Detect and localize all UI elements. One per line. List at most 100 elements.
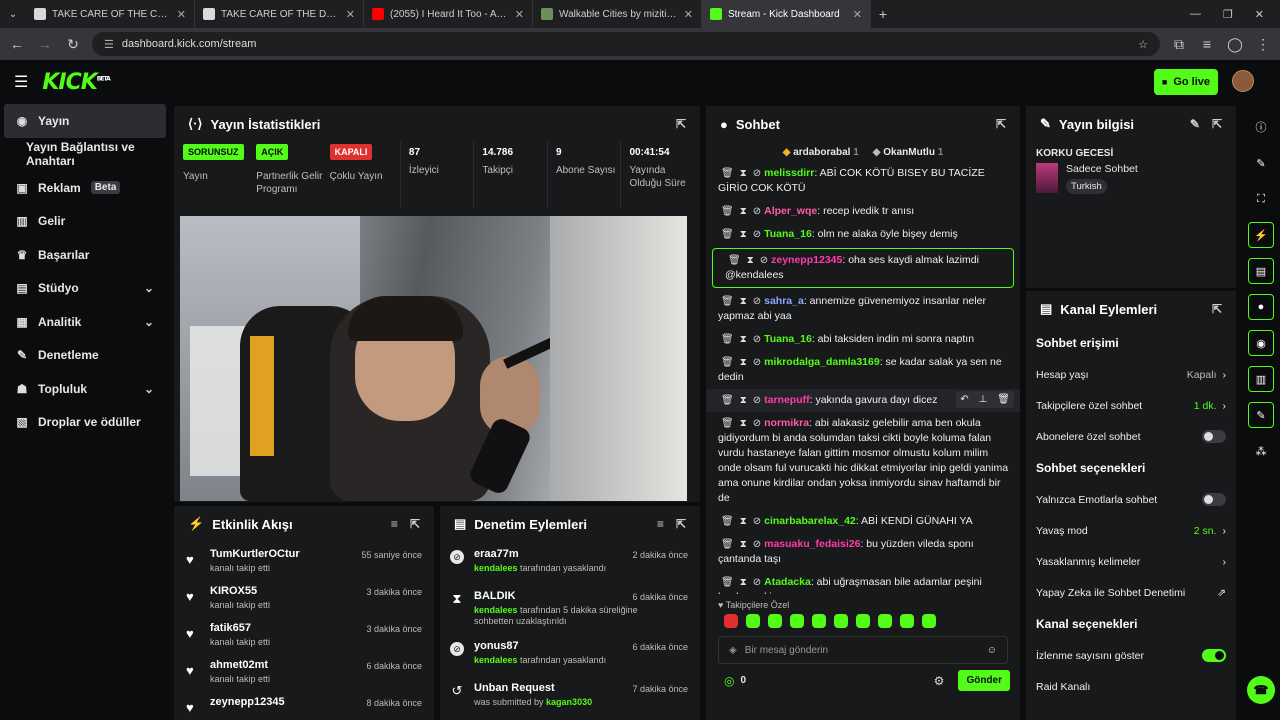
close-tab-icon[interactable]: ✕: [515, 8, 524, 21]
emote-icon[interactable]: [768, 614, 782, 628]
browser-menu-icon[interactable]: ⋮: [1254, 36, 1272, 53]
moderator-name[interactable]: kendalees: [474, 563, 518, 573]
popout-icon[interactable]: ⇱: [1212, 117, 1222, 131]
sidebar-item-gelir[interactable]: ▥ Gelir: [0, 205, 170, 239]
timeout-icon[interactable]: ⧗: [740, 357, 747, 368]
emote-icon[interactable]: [724, 614, 738, 628]
close-tab-icon[interactable]: ✕: [177, 8, 186, 21]
emote-icon[interactable]: [856, 614, 870, 628]
minimize-icon[interactable]: —: [1190, 8, 1201, 21]
timeout-icon[interactable]: ⧗: [740, 206, 747, 217]
browser-tab-active[interactable]: Stream - Kick Dashboard ✕: [702, 0, 871, 28]
filter-icon[interactable]: ≡: [657, 517, 664, 531]
profile-icon[interactable]: ◯: [1226, 36, 1244, 53]
bookmark-star-icon[interactable]: ☆: [1138, 38, 1148, 51]
popout-icon[interactable]: ⇱: [410, 517, 420, 531]
user-avatar[interactable]: [1232, 70, 1254, 92]
chat-username[interactable]: tarnepuff: [764, 394, 810, 406]
delete-icon[interactable]: 🗑: [721, 206, 734, 217]
filter-icon[interactable]: ≡: [391, 517, 398, 531]
emote-icon[interactable]: [922, 614, 936, 628]
lightning-tool-icon[interactable]: ⚡: [1248, 222, 1274, 248]
chat-username[interactable]: melissdirr: [764, 167, 814, 179]
sidebar-item-studyo[interactable]: ▤ Stüdyo ⌄: [0, 272, 170, 306]
popout-icon[interactable]: ⇱: [1212, 302, 1222, 316]
chat-username[interactable]: mikrodalga_damla3169: [764, 356, 880, 368]
media-icon[interactable]: ≡: [1198, 36, 1216, 52]
chat-message[interactable]: 🗑 ⧗ ⊘ mikrodalga_damla3169: se kadar salak …: [706, 351, 1020, 389]
close-window-icon[interactable]: ✕: [1255, 8, 1264, 21]
chat-message-highlighted[interactable]: 🗑 ⧗ ⊘ zeynepp12345: oha ses kaydi almak laz…: [712, 248, 1014, 288]
add-widget-icon[interactable]: ⁂: [1248, 438, 1274, 464]
browser-tab[interactable]: TAKE CARE OF THE DOG by bo ✕: [195, 0, 364, 28]
fullscreen-icon[interactable]: ⛶: [1248, 186, 1274, 212]
browser-tab[interactable]: (2055) I Heard It Too - Award W ✕: [364, 0, 533, 28]
chat-username[interactable]: Atadacka: [764, 576, 811, 588]
chat-message[interactable]: 🗑 ⧗ ⊘ normikra: abi alakasiz gelebilir ama …: [706, 412, 1020, 510]
chat-username[interactable]: cinarbabarelax_42: [764, 515, 856, 527]
extensions-icon[interactable]: ⧉: [1170, 36, 1188, 53]
site-info-icon[interactable]: ☰: [104, 38, 114, 51]
chat-message-hovered[interactable]: 🗑 ⧗ ⊘ tarnepuff: yakında gavura dayı dicez …: [706, 389, 1020, 412]
delete-icon[interactable]: 🗑: [721, 395, 734, 406]
ban-icon[interactable]: ⊘: [753, 357, 761, 368]
reply-icon[interactable]: ↶: [960, 392, 968, 407]
chat-username[interactable]: normikra: [764, 417, 809, 429]
timeout-icon[interactable]: ⧗: [740, 539, 747, 550]
chat-username[interactable]: Tuana_16: [764, 333, 812, 345]
info-icon[interactable]: ⓘ: [1248, 114, 1274, 140]
ban-icon[interactable]: ⊘: [753, 296, 761, 307]
banned-words-row[interactable]: Yasaklanmış kelimeler ›: [1026, 546, 1236, 577]
delete-icon[interactable]: 🗑: [721, 577, 734, 588]
ban-icon[interactable]: ⊘: [753, 395, 761, 406]
browser-tab[interactable]: Walkable Cities by mizitiziz ✕: [533, 0, 702, 28]
sidebar-item-reklam[interactable]: ▣ Reklam Beta: [0, 171, 170, 205]
emote-icon[interactable]: [878, 614, 892, 628]
timeout-icon[interactable]: ⧗: [740, 229, 747, 240]
url-input[interactable]: ☰ dashboard.kick.com/stream ☆: [92, 32, 1160, 56]
chat-message[interactable]: 🗑 ⧗ ⊘ masuaku_fedaisi26: bu yüzden vileda s…: [706, 533, 1020, 571]
chat-tool-icon[interactable]: ●: [1248, 294, 1274, 320]
activity-user[interactable]: KIROX55: [210, 585, 270, 597]
chat-username[interactable]: Tuana_16: [764, 228, 812, 240]
raid-channel-row[interactable]: Raid Kanalı: [1026, 671, 1236, 702]
timeout-icon[interactable]: ⧗: [740, 395, 747, 406]
account-age-row[interactable]: Hesap yaşı Kapalı ›: [1026, 359, 1236, 390]
ban-icon[interactable]: ⊘: [753, 539, 761, 550]
timeout-icon[interactable]: ⧗: [740, 168, 747, 179]
delete-icon[interactable]: 🗑: [721, 539, 734, 550]
forward-icon[interactable]: →: [36, 36, 54, 52]
ban-icon[interactable]: ⊘: [753, 168, 761, 179]
chat-message[interactable]: 🗑 ⧗ ⊘ melissdirr: ABİ COK KÖTÜ BISEY BU TAC…: [706, 162, 1020, 200]
emote-icon[interactable]: [834, 614, 848, 628]
delete-icon[interactable]: 🗑: [721, 418, 734, 429]
edit-pencil-icon[interactable]: ✎: [1190, 117, 1200, 131]
document-tool-icon[interactable]: ▤: [1248, 258, 1274, 284]
stream-preview-video[interactable]: [180, 216, 687, 501]
tab-search-icon[interactable]: ⌄: [0, 9, 26, 20]
popout-icon[interactable]: ⇱: [676, 117, 686, 131]
emote-icon[interactable]: [900, 614, 914, 628]
ban-icon[interactable]: ⊘: [753, 516, 761, 527]
reload-icon[interactable]: ↻: [64, 36, 82, 53]
go-live-button[interactable]: ■ Go live: [1153, 69, 1218, 95]
close-tab-icon[interactable]: ✕: [684, 8, 693, 21]
emote-icon[interactable]: [790, 614, 804, 628]
sidebar-item-droplar[interactable]: ▧ Droplar ve ödüller: [0, 406, 170, 440]
sidebar-item-denetleme[interactable]: ✎ Denetleme: [0, 339, 170, 373]
followers-chat-row[interactable]: Takipçilere özel sohbet 1 dk. ›: [1026, 390, 1236, 421]
delete-icon[interactable]: 🗑: [721, 296, 734, 307]
chat-input[interactable]: ◈ Bir mesaj gönderin ☺: [718, 636, 1008, 664]
chat-message[interactable]: 🗑 ⧗ ⊘ Tuana_16: abi taksiden indin mi sonra…: [706, 328, 1020, 351]
delete-icon[interactable]: 🗑: [721, 357, 734, 368]
viewer-count-toggle[interactable]: [1202, 649, 1226, 662]
top-gifter[interactable]: ◆ OkanMutlu 1: [873, 147, 944, 158]
top-gifter[interactable]: ◆ ardaborabal 1: [783, 147, 859, 158]
chat-message[interactable]: 🗑 ⧗ ⊘ cinarbabarelax_42: ABİ KENDİ GÜNAHI Y…: [706, 510, 1020, 533]
back-icon[interactable]: ←: [8, 36, 26, 52]
chat-message[interactable]: 🗑 ⧗ ⊘ sahra_a: annemize güvenemiyoz insanla…: [706, 290, 1020, 328]
ai-moderation-row[interactable]: Yapay Zeka ile Sohbet Denetimi ⇗: [1026, 577, 1236, 608]
mod-target-user[interactable]: yonus87: [474, 640, 606, 652]
popout-icon[interactable]: ⇱: [996, 117, 1006, 131]
edit-icon[interactable]: ✎: [1248, 150, 1274, 176]
